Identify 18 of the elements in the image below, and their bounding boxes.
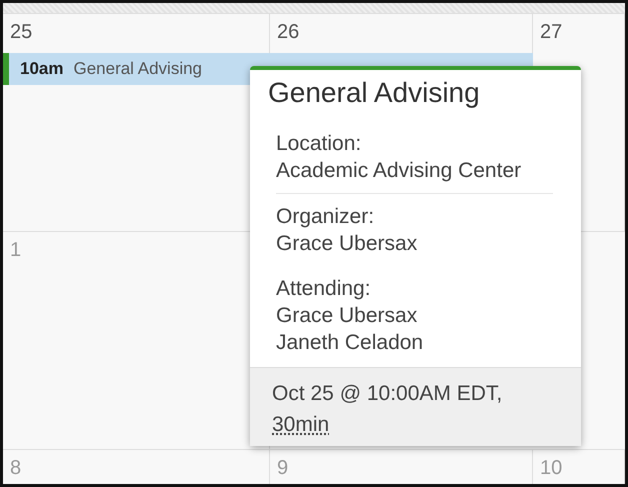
event-datetime: Oct 25 @ 10:00AM EDT, xyxy=(272,381,504,407)
field-value: Academic Advising Center xyxy=(276,158,522,184)
field-value: Janeth Celadon xyxy=(276,330,424,356)
day-number: 8 xyxy=(10,457,22,479)
field-value: Grace Ubersax xyxy=(276,303,418,329)
field-label: Organizer: xyxy=(276,204,376,230)
day-number: 26 xyxy=(277,21,300,43)
day-number: 10 xyxy=(540,457,562,479)
day-number: 25 xyxy=(10,21,32,43)
event-time: 10am xyxy=(20,59,64,79)
day-number: 9 xyxy=(277,457,288,479)
field-label: Attending: xyxy=(276,276,372,302)
popup-title: General Advising xyxy=(267,76,481,110)
event-title: General Advising xyxy=(73,59,202,79)
field-value: Grace Ubersax xyxy=(276,231,418,257)
day-number: 27 xyxy=(540,21,562,43)
field-label: Location: xyxy=(276,131,362,157)
day-number: 1 xyxy=(10,239,22,261)
